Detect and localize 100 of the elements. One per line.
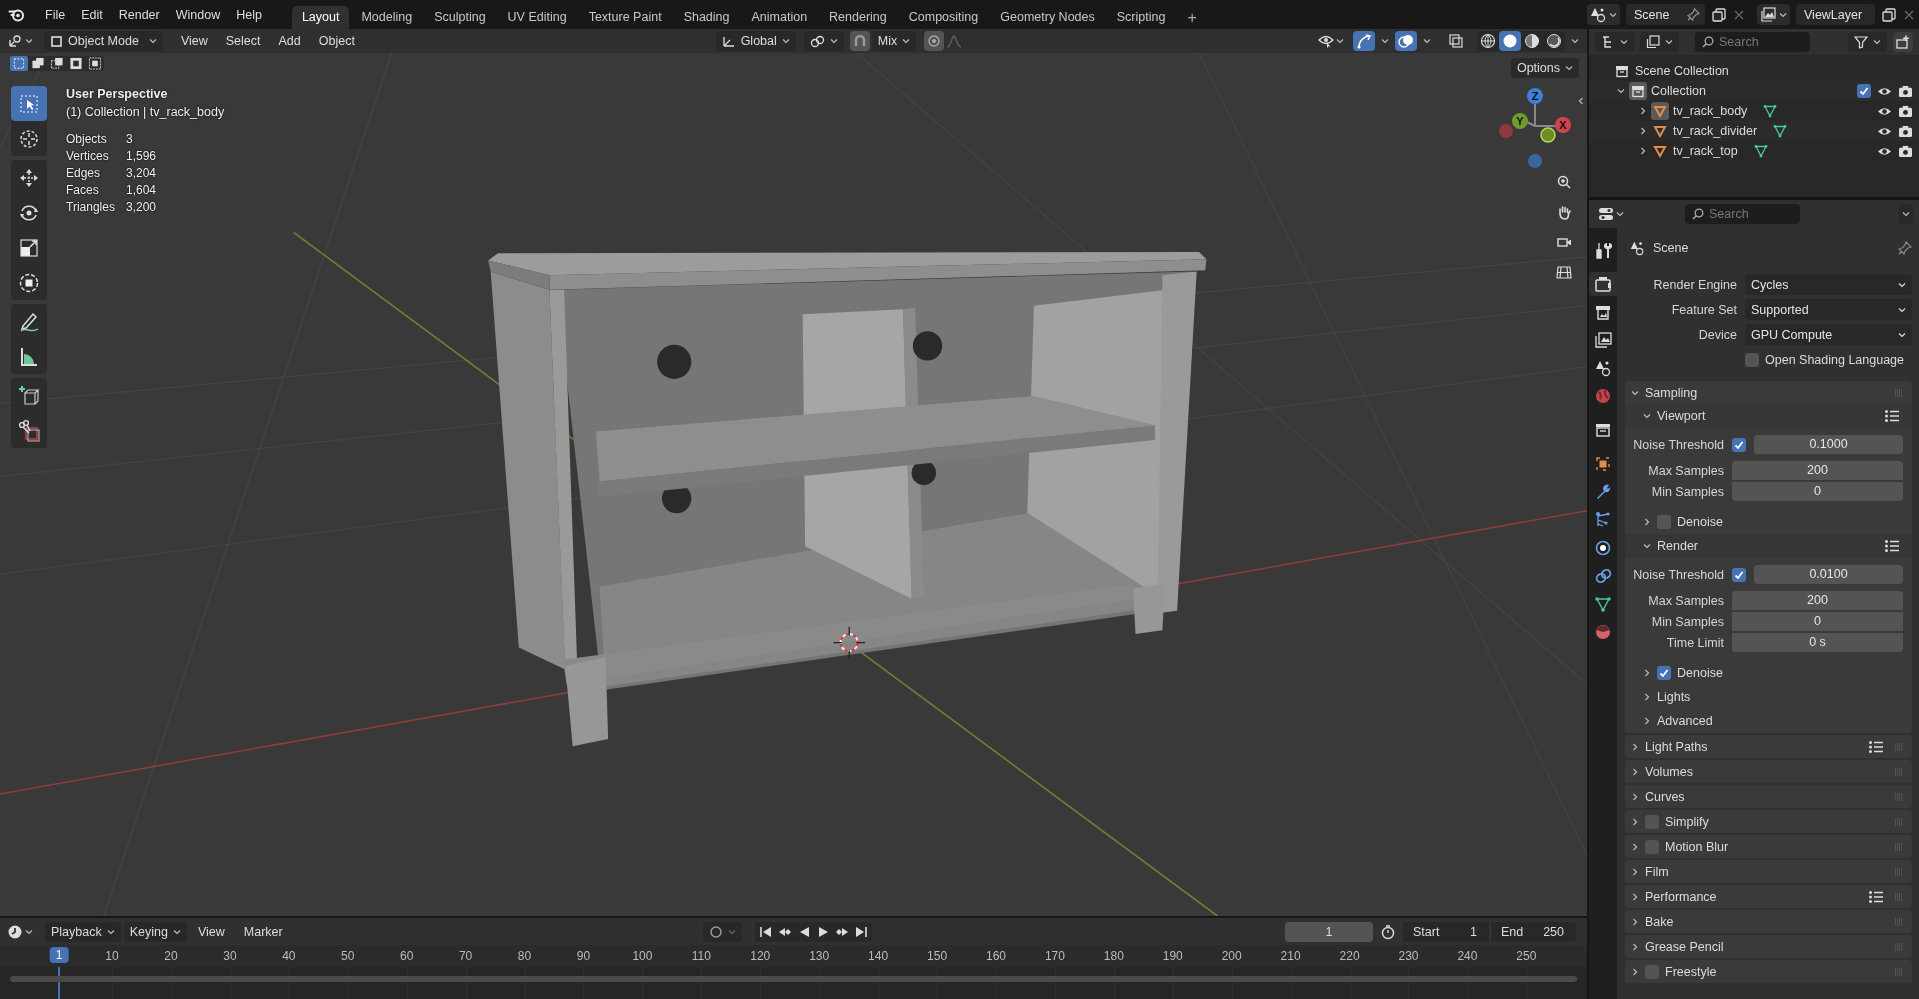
drag-handle-icon[interactable] (1894, 842, 1904, 851)
start-frame-field[interactable]: Start 1 (1403, 921, 1489, 942)
render-tab[interactable] (1589, 272, 1617, 296)
chevron-right-icon[interactable] (1631, 817, 1639, 826)
checkbox[interactable] (1645, 839, 1659, 854)
workspace-tab[interactable]: Geometry Nodes (990, 6, 1105, 29)
menu-item[interactable]: Edit (73, 4, 111, 25)
chevron-down-icon[interactable] (1620, 38, 1628, 46)
select-field[interactable]: Cycles (1745, 274, 1912, 295)
copy-icon[interactable] (1711, 6, 1727, 23)
axis-handle[interactable] (1540, 127, 1556, 143)
checkbox[interactable] (1745, 352, 1759, 367)
chevron-down-icon[interactable] (1898, 280, 1906, 289)
mesh-data-icon[interactable] (1763, 104, 1778, 118)
workspace-tab[interactable]: UV Editing (497, 6, 577, 29)
presets-icon[interactable] (1868, 739, 1884, 754)
chevron-right-icon[interactable] (1631, 767, 1639, 776)
workspace-tab[interactable]: Sculpting (424, 6, 496, 29)
pin-icon[interactable] (1898, 241, 1912, 255)
axis-handle[interactable] (1528, 154, 1542, 168)
checkbox[interactable] (1657, 515, 1671, 529)
selection-mode-button[interactable] (29, 56, 47, 71)
chevron-right-icon[interactable] (1639, 127, 1647, 135)
axis-handle[interactable]: Z (1527, 88, 1543, 104)
workspace-tab[interactable]: Animation (741, 6, 818, 29)
selection-mode-button[interactable] (48, 56, 66, 71)
drag-handle-icon[interactable] (1894, 917, 1904, 926)
drag-handle-icon[interactable] (1894, 892, 1904, 901)
chevron-right-icon[interactable] (1643, 717, 1651, 725)
menu-item[interactable]: Window (167, 4, 229, 25)
pin-icon[interactable] (1687, 8, 1700, 21)
zoom-icon[interactable] (1556, 174, 1572, 190)
mesh-data-icon[interactable] (1773, 124, 1788, 138)
axis-handle[interactable]: X (1555, 117, 1571, 133)
scene-selector-button[interactable] (1587, 4, 1620, 25)
filter-type-button[interactable] (1640, 32, 1679, 52)
subpanel-header[interactable]: Viewport (1625, 404, 1912, 428)
workspace-tab[interactable]: Shading (673, 6, 740, 29)
chevron-left-icon[interactable] (1577, 97, 1585, 105)
panel-header[interactable]: Simplify (1625, 810, 1912, 833)
checkbox[interactable] (1645, 814, 1659, 829)
outliner-item[interactable]: Collection (1651, 84, 1706, 98)
subpanel-header[interactable]: Denoise (1625, 510, 1912, 534)
chevron-right-icon[interactable] (1631, 942, 1639, 951)
chevron-right-icon[interactable] (1643, 518, 1651, 526)
copy-icon[interactable] (1881, 6, 1897, 23)
select-box-tool[interactable] (11, 86, 47, 121)
workspace-tab[interactable]: Compositing (898, 6, 989, 29)
panel-header[interactable]: Film (1625, 860, 1912, 883)
chevron-down-icon[interactable] (1571, 37, 1579, 45)
auto-keying-button[interactable] (703, 921, 743, 942)
jump-start-icon[interactable] (759, 924, 774, 939)
chevron-down-icon[interactable] (106, 927, 115, 936)
scrollbar[interactable] (10, 976, 1577, 982)
selection-mode-button[interactable] (86, 56, 104, 71)
chevron-right-icon[interactable] (1631, 792, 1639, 801)
display-mode-button[interactable] (1595, 32, 1634, 52)
panel-header[interactable]: Freestyle (1625, 960, 1912, 983)
menu-item[interactable]: Object (310, 31, 363, 51)
chevron-right-icon[interactable] (1639, 107, 1647, 115)
snap-target-dropdown[interactable]: Mix (871, 31, 917, 51)
chevron-right-icon[interactable] (1631, 967, 1639, 976)
search-field[interactable]: Search (1695, 32, 1810, 52)
chevron-down-icon[interactable] (172, 927, 181, 936)
chevron-right-icon[interactable] (1643, 693, 1651, 701)
presets-icon[interactable] (1884, 539, 1900, 553)
3d-cursor-icon[interactable] (832, 626, 866, 660)
chevron-down-icon[interactable] (1643, 412, 1651, 420)
panel-header[interactable]: Light Paths (1625, 735, 1912, 758)
chevron-right-icon[interactable] (1631, 867, 1639, 876)
panel-header[interactable]: Grease Pencil (1625, 935, 1912, 958)
chevron-right-icon[interactable] (1631, 917, 1639, 926)
stopwatch-icon[interactable] (1380, 923, 1396, 940)
camera-icon[interactable] (1898, 124, 1913, 138)
menu-item[interactable]: Help (228, 4, 270, 25)
options-dropdown[interactable]: Options (1510, 58, 1579, 78)
axis-handle[interactable]: Y (1512, 113, 1528, 129)
chevron-right-icon[interactable] (1631, 842, 1639, 851)
chevron-down-icon[interactable] (1779, 10, 1787, 19)
chevron-down-icon[interactable] (902, 37, 911, 45)
presets-icon[interactable] (1884, 409, 1900, 423)
subpanel-header[interactable]: Denoise (1625, 661, 1912, 685)
chevron-right-icon[interactable] (1631, 742, 1639, 751)
panel-header[interactable]: Volumes (1625, 760, 1912, 783)
subpanel-header[interactable]: Render (1625, 534, 1912, 558)
end-frame-field[interactable]: End 250 (1490, 921, 1576, 942)
chevron-down-icon[interactable] (1617, 87, 1625, 95)
search-field[interactable]: Search (1685, 204, 1800, 224)
select-field[interactable]: GPU Compute (1745, 324, 1912, 345)
menu-item[interactable]: View (172, 31, 216, 51)
chevron-down-icon[interactable] (148, 37, 157, 45)
chevron-down-icon[interactable] (829, 37, 838, 45)
selection-mode-button[interactable] (67, 56, 85, 71)
chevron-down-icon[interactable] (1898, 305, 1906, 314)
view-layer-selector-button[interactable] (1757, 4, 1790, 25)
chevron-down-icon[interactable] (25, 927, 33, 936)
playhead[interactable]: 1 (49, 947, 69, 963)
drag-handle-icon[interactable] (1894, 867, 1904, 876)
chevron-down-icon[interactable] (1336, 37, 1344, 45)
drag-handle-icon[interactable] (1894, 942, 1904, 951)
